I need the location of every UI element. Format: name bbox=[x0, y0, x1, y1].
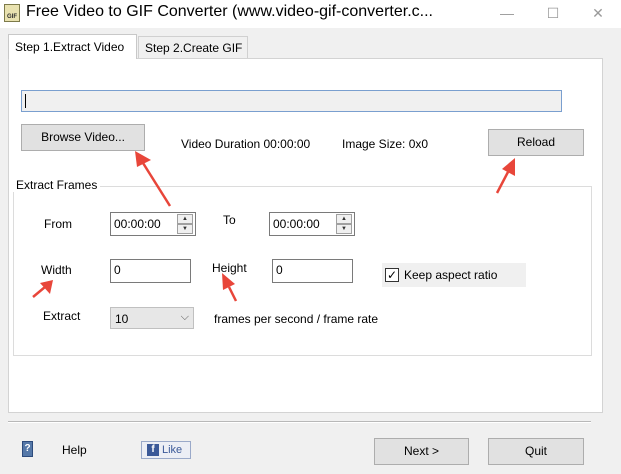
annotation-arrow-reload bbox=[495, 158, 515, 194]
annotation-arrows bbox=[32, 151, 515, 302]
tab-extract-video[interactable]: Step 1.Extract Video bbox=[8, 34, 137, 59]
annotation-arrow-browse bbox=[135, 151, 172, 207]
annotation-arrow-height bbox=[222, 273, 238, 302]
annotation-arrow-width bbox=[32, 280, 53, 298]
